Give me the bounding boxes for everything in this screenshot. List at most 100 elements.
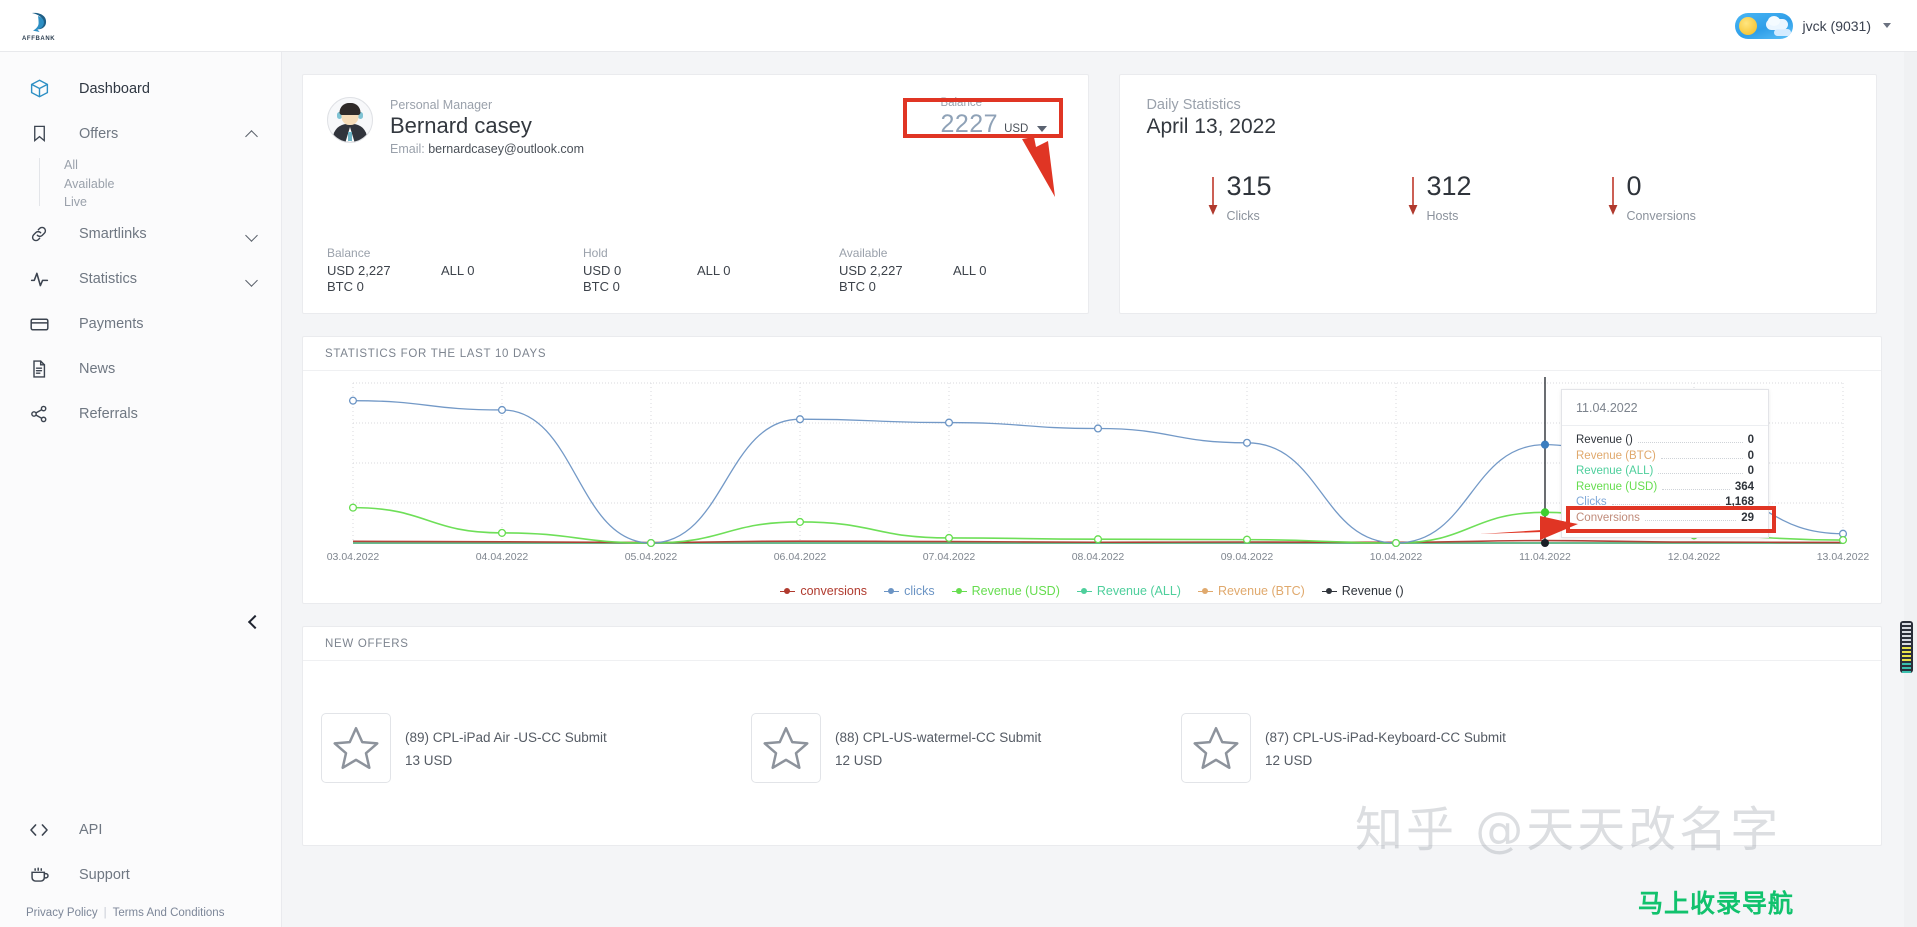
balance-group-balance: Balance USD 2,227 BTC 0 ALL 0 — [327, 246, 583, 296]
chart-card-header: STATISTICS FOR THE LAST 10 DAYS — [303, 337, 1881, 371]
x-axis-tick-label: 11.04.2022 — [1519, 551, 1571, 563]
tooltip-row-dots — [1658, 473, 1743, 474]
legend-item[interactable]: Revenue () — [1321, 584, 1404, 598]
balance-group-available: Available USD 2,227 BTC 0 ALL 0 — [839, 246, 1095, 296]
chevron-down-icon[interactable] — [246, 228, 259, 241]
offer-card[interactable]: (88) CPL-US-watermel-CC Submit 12 USD — [751, 713, 1181, 783]
sidebar-item-label: API — [79, 821, 103, 838]
tooltip-row-value: 0 — [1747, 465, 1754, 477]
sidebar-subitem-live[interactable]: Live — [64, 193, 281, 212]
sidebar-item-news[interactable]: News — [0, 347, 281, 392]
sidebar-subitem-all[interactable]: All — [64, 156, 281, 175]
x-axis-tick-label: 13.04.2022 — [1817, 551, 1870, 563]
scrollbar-track[interactable] — [1904, 52, 1917, 927]
legend-label: Revenue (ALL) — [1096, 584, 1181, 598]
sidebar-nav: Dashboard Offers All Available Live Smar… — [0, 52, 281, 437]
chevron-down-icon[interactable] — [246, 273, 259, 286]
metric-label: Clicks — [1226, 209, 1260, 223]
daily-statistics-title: Daily Statistics — [1146, 97, 1241, 113]
affbank-logo-icon — [31, 12, 46, 32]
tooltip-row-value: 0 — [1747, 449, 1754, 462]
sidebar-item-support[interactable]: Support — [0, 852, 282, 897]
chevron-down-icon[interactable] — [1883, 23, 1891, 28]
sidebar-item-referrals[interactable]: Referrals — [0, 392, 281, 437]
offers-card-header: NEW OFFERS — [303, 627, 1881, 661]
tooltip-row-value: 29 — [1741, 511, 1754, 524]
tooltip-row-label: Revenue (ALL) — [1576, 465, 1654, 477]
balance-breakdown: Balance USD 2,227 BTC 0 ALL 0 Hold USD 0… — [327, 246, 1095, 296]
terms-link[interactable]: Terms And Conditions — [113, 907, 225, 919]
legend-item[interactable]: clicks — [884, 584, 935, 598]
available-usd: USD 2,227 — [839, 262, 903, 278]
legend-item[interactable]: Revenue (USD) — [951, 584, 1060, 598]
sidebar-item-payments[interactable]: Payments — [0, 302, 281, 347]
chart-legend[interactable]: conversions clicks Revenue (USD) Revenue (A… — [303, 584, 1881, 598]
sidebar-item-dashboard[interactable]: Dashboard — [0, 66, 281, 111]
tooltip-rows: Revenue () 0 Revenue (BTC) 0 Revenue (ALL) 0 R… — [1562, 426, 1768, 537]
manager-email-row: Email: bernardcasey@outlook.com — [390, 142, 584, 156]
tooltip-row: Revenue (USD) 364 — [1576, 481, 1754, 496]
sidebar: Dashboard Offers All Available Live Smar… — [0, 52, 282, 927]
sidebar-item-label: News — [79, 361, 116, 377]
legend-marker-icon — [1321, 587, 1337, 596]
privacy-policy-link[interactable]: Privacy Policy — [26, 907, 98, 919]
sidebar-item-label: Support — [79, 866, 130, 883]
tooltip-row-dots — [1611, 504, 1721, 505]
daily-statistics-date: April 13, 2022 — [1146, 115, 1277, 138]
x-axis-tick-label: 03.04.2022 — [327, 551, 380, 563]
logo[interactable]: AFFBANK — [0, 0, 282, 52]
sidebar-item-smartlinks[interactable]: Smartlinks — [0, 212, 281, 257]
balance-selector-label: Balance — [940, 97, 982, 109]
offer-card[interactable]: (87) CPL-US-iPad-Keyboard-CC Submit 12 U… — [1181, 713, 1611, 783]
balance-currency-selector[interactable]: Balance 2227 USD — [940, 97, 1066, 139]
legend-item[interactable]: Revenue (BTC) — [1197, 584, 1305, 598]
scrollbar-thumb-widget[interactable] — [1900, 621, 1913, 673]
sun-cloud-icon[interactable] — [1734, 12, 1793, 39]
chart-body[interactable]: 03.04.2022 04.04.2022 05.04.2022 06.04.2022… — [303, 371, 1881, 604]
offer-price: 13 USD — [405, 753, 453, 769]
legend-item[interactable]: Revenue (ALL) — [1076, 584, 1181, 598]
sidebar-item-label: Smartlinks — [79, 226, 147, 242]
legend-item[interactable]: conversions — [780, 584, 867, 598]
tooltip-row: Revenue (ALL) 0 — [1576, 465, 1754, 480]
chevron-up-icon[interactable] — [246, 127, 259, 140]
sidebar-item-api[interactable]: API — [0, 807, 282, 852]
offer-name: (88) CPL-US-watermel-CC Submit — [835, 730, 1042, 745]
offer-name: (89) CPL-iPad Air -US-CC Submit — [405, 730, 607, 745]
metric-value: 0 — [1626, 171, 1642, 201]
sidebar-item-label: Offers — [79, 125, 119, 142]
legend-marker-icon — [1076, 587, 1092, 596]
tooltip-row-value: 1,168 — [1725, 496, 1754, 508]
dashboard-page: AFFBANK jvck (9031) Dashboard Offers All… — [0, 0, 1917, 927]
email-label: Email: — [390, 141, 425, 156]
coffee-cup-icon — [26, 864, 52, 885]
offer-name: (87) CPL-US-iPad-Keyboard-CC Submit — [1265, 730, 1506, 745]
sidebar-item-statistics[interactable]: Statistics — [0, 257, 281, 302]
new-offers-card: NEW OFFERS (89) CPL-iPad Air -US-CC Subm… — [302, 626, 1882, 846]
logo-text: AFFBANK — [22, 36, 56, 42]
tooltip-row: Clicks 1,168 — [1576, 496, 1754, 511]
sidebar-item-offers[interactable]: Offers — [0, 111, 281, 156]
sidebar-footer-links: Privacy Policy | Terms And Conditions — [0, 897, 282, 919]
hold-all: ALL 0 — [697, 262, 731, 278]
user-menu-label[interactable]: jvck (9031) — [1803, 18, 1871, 34]
metric-label: Hosts — [1426, 209, 1459, 223]
credit-card-icon — [26, 314, 52, 335]
personal-manager-card: Personal Manager Bernard casey Email: be… — [302, 74, 1090, 314]
tooltip-row-dots — [1644, 519, 1737, 521]
manager-role: Personal Manager — [390, 98, 493, 112]
arrow-down-icon — [1409, 177, 1418, 215]
balance-usd: USD 2,227 — [327, 262, 391, 278]
metric-conversions: 0 Conversions — [1608, 173, 1808, 223]
offer-card[interactable]: (89) CPL-iPad Air -US-CC Submit 13 USD — [321, 713, 751, 783]
legend-label: Revenue (USD) — [971, 584, 1060, 598]
tooltip-date: 11.04.2022 — [1562, 390, 1768, 426]
document-icon — [26, 359, 52, 379]
footer-separator: | — [103, 907, 107, 919]
tooltip-row-label: Clicks — [1576, 496, 1607, 508]
sidebar-subitem-available[interactable]: Available — [64, 175, 281, 194]
chevron-down-icon[interactable] — [1037, 126, 1048, 132]
group-label: Hold — [583, 245, 608, 260]
star-icon — [1181, 713, 1251, 783]
sidebar-collapse-button[interactable] — [243, 612, 263, 632]
